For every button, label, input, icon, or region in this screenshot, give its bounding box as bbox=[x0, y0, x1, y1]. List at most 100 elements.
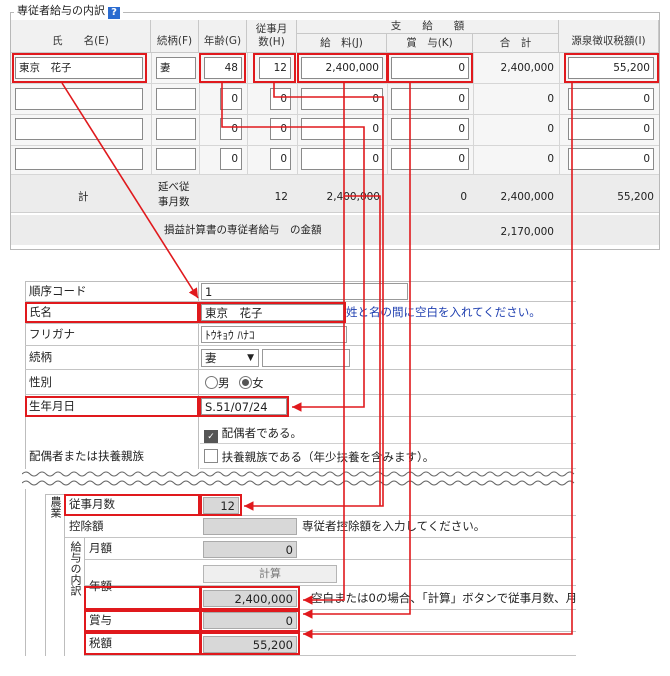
highlight-form-name-label bbox=[25, 302, 199, 323]
row2-age-input[interactable]: 0 bbox=[220, 88, 242, 110]
totals-label: 計 bbox=[78, 191, 89, 203]
highlight-top-age bbox=[199, 53, 246, 83]
deduction-hint: 専従者控除額を入力してください。 bbox=[302, 519, 486, 533]
highlight-top-months bbox=[253, 53, 296, 83]
row4-salary-input[interactable]: 0 bbox=[301, 148, 383, 170]
row-gender bbox=[25, 370, 576, 395]
annual-hint: 空白または0の場合、「計算」ボタンで従事月数、月 bbox=[311, 591, 576, 605]
deduction-input bbox=[203, 518, 297, 535]
chevron-down-icon: ▼ bbox=[247, 353, 254, 363]
totals-bonus: 0 bbox=[460, 191, 467, 203]
deduction-label: 控除額 bbox=[69, 519, 104, 533]
spouse-checkbox[interactable]: ✓ bbox=[204, 430, 218, 444]
row4-tax-input[interactable]: 0 bbox=[568, 148, 654, 170]
relation-label: 続柄 bbox=[29, 350, 52, 364]
male-radio[interactable] bbox=[205, 376, 218, 389]
row4-bonus-input[interactable]: 0 bbox=[391, 148, 469, 170]
header-bonus: 賞 与(K) bbox=[387, 34, 473, 53]
totals-tax: 55,200 bbox=[617, 191, 654, 203]
highlight-form-tax-input bbox=[200, 632, 300, 655]
divider-line bbox=[200, 443, 576, 444]
help-icon[interactable]: ? bbox=[108, 7, 120, 19]
male-label: 男 bbox=[218, 376, 230, 390]
totals-salary: 2,400,000 bbox=[326, 191, 380, 203]
highlight-form-bonus-label bbox=[84, 610, 201, 632]
totals-total: 2,400,000 bbox=[500, 191, 554, 203]
header-age: 年齢(G) bbox=[199, 20, 247, 53]
kana-label: フリガナ bbox=[29, 327, 75, 341]
calc-button[interactable]: 計算 bbox=[203, 565, 337, 583]
wavy-break-svg bbox=[22, 469, 578, 489]
highlight-form-annual-input bbox=[200, 586, 300, 610]
spouse-check-label: 配偶者である。 bbox=[221, 426, 303, 440]
legend-text: 専従者給与の内訳 bbox=[17, 4, 105, 17]
row2-salary-input[interactable]: 0 bbox=[301, 88, 383, 110]
highlight-form-bonus-input bbox=[200, 610, 300, 632]
header-salary: 給 料(J) bbox=[297, 34, 387, 53]
highlight-form-months-input bbox=[200, 494, 242, 516]
wavy-break-icon bbox=[22, 469, 578, 489]
row3-name-input[interactable] bbox=[15, 118, 143, 140]
row4-total: 0 bbox=[547, 153, 554, 165]
row4-name-input[interactable] bbox=[15, 148, 143, 170]
pl-row-bg bbox=[11, 215, 659, 245]
highlight-top-tax bbox=[564, 53, 659, 83]
totals-months-label-l2: 事月数 bbox=[158, 196, 190, 208]
row3-age-input[interactable]: 0 bbox=[220, 118, 242, 140]
highlight-form-birth-input bbox=[199, 396, 289, 417]
highlight-top-bonus bbox=[387, 53, 473, 83]
dependent-check-label: 扶養親族である（年少扶養を含みます）。 bbox=[221, 450, 435, 464]
dependent-label: 配偶者または扶養親族 bbox=[29, 449, 144, 463]
relation-detail-input[interactable] bbox=[262, 349, 350, 367]
row-monthly bbox=[85, 538, 576, 560]
header-relation: 続柄(F) bbox=[151, 20, 199, 53]
row4-relation-input[interactable] bbox=[156, 148, 196, 170]
female-label: 女 bbox=[252, 376, 264, 390]
monthly-input[interactable]: 0 bbox=[203, 541, 297, 558]
pl-amount: 2,170,000 bbox=[500, 226, 554, 238]
header-months-l2: 数(H) bbox=[258, 36, 285, 48]
row3-months-input[interactable]: 0 bbox=[270, 118, 291, 140]
kana-input[interactable]: ﾄｳｷｮｳ ﾊﾅｺ bbox=[201, 326, 347, 343]
row1-total: 2,400,000 bbox=[500, 62, 554, 74]
pl-label: 損益計算書の専従者給与 の金額 bbox=[164, 224, 322, 236]
row3-total: 0 bbox=[547, 123, 554, 135]
dependent-checkbox[interactable] bbox=[204, 449, 218, 463]
gender-options: 男 女 bbox=[205, 376, 264, 390]
row2-name-input[interactable] bbox=[15, 88, 143, 110]
row2-bonus-input[interactable]: 0 bbox=[391, 88, 469, 110]
row3-salary-input[interactable]: 0 bbox=[301, 118, 383, 140]
row4-age-input[interactable]: 0 bbox=[220, 148, 242, 170]
totals-months-label-l1: 延べ従 bbox=[158, 181, 190, 193]
female-radio[interactable] bbox=[239, 376, 253, 389]
highlight-top-salary bbox=[297, 53, 388, 83]
highlight-form-birth-label bbox=[25, 396, 199, 417]
row2-months-input[interactable]: 0 bbox=[270, 88, 291, 110]
row3-relation-input[interactable] bbox=[156, 118, 196, 140]
order-code-input[interactable]: 1 bbox=[201, 283, 408, 300]
monthly-label: 月額 bbox=[89, 541, 112, 555]
spouse-checkbox-row: ✓ 配偶者である。 bbox=[204, 425, 302, 444]
relation-select-value: 妻 bbox=[205, 351, 217, 365]
row2-total: 0 bbox=[547, 93, 554, 105]
header-payment-group: 支 給 額 bbox=[297, 20, 559, 34]
highlight-form-months-label bbox=[64, 494, 200, 516]
row3-bonus-input[interactable]: 0 bbox=[391, 118, 469, 140]
row3-tax-input[interactable]: 0 bbox=[568, 118, 654, 140]
relation-select[interactable]: 妻 ▼ bbox=[201, 349, 259, 367]
header-name: 氏 名(E) bbox=[11, 20, 151, 53]
header-months-l1: 従事月 bbox=[255, 23, 288, 35]
highlight-top-name bbox=[12, 53, 147, 83]
category-box bbox=[45, 494, 65, 656]
row1-relation-input[interactable]: 妻 bbox=[156, 57, 196, 79]
header-total: 合 計 bbox=[473, 34, 559, 53]
salary-breakdown-legend: 専従者給与の内訳? bbox=[14, 4, 123, 19]
name-hint: 姓と名の間に空白を入れてください。 bbox=[346, 305, 541, 319]
row2-tax-input[interactable]: 0 bbox=[568, 88, 654, 110]
gender-label: 性別 bbox=[29, 375, 52, 389]
highlight-form-tax-label bbox=[84, 632, 201, 655]
row4-months-input[interactable]: 0 bbox=[270, 148, 291, 170]
order-code-label: 順序コード bbox=[29, 284, 87, 298]
row2-relation-input[interactable] bbox=[156, 88, 196, 110]
highlight-form-name-input bbox=[199, 302, 346, 323]
